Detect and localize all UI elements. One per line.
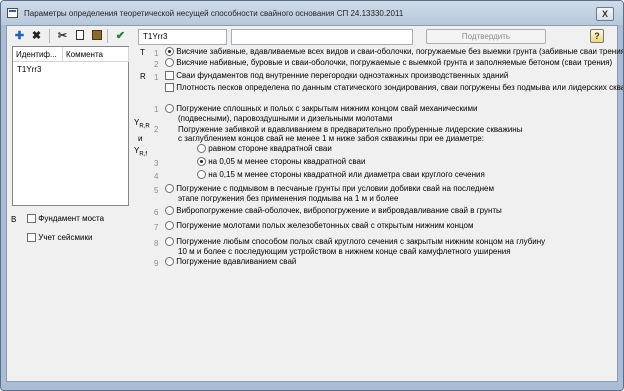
radio-button[interactable] xyxy=(197,144,206,154)
delete-button[interactable]: ✖ xyxy=(29,29,44,43)
option-label: Вибропогружение свай-оболочек, вибропогр… xyxy=(176,206,502,215)
add-button[interactable]: ✚ xyxy=(12,29,27,43)
option-number: 1 xyxy=(154,49,159,58)
checkbox-label: Плотность песков определена по данным ст… xyxy=(176,83,624,92)
option-label-line2: 10 м и более с последующим устройством в… xyxy=(178,247,511,256)
seismic-label: Учет сейсмики xyxy=(38,233,93,242)
radio-button[interactable] xyxy=(165,47,174,57)
client-area: ✚ ✖ ✂ ✔ Идентиф... Коммента T1Yrr3 В Фун… xyxy=(6,25,623,382)
close-button[interactable]: X xyxy=(596,7,614,21)
confirm-button[interactable]: Подтвердить xyxy=(426,29,546,44)
plus-icon: ✚ xyxy=(14,30,25,42)
radio-button[interactable] xyxy=(165,104,174,114)
option-number: 7 xyxy=(154,223,159,232)
seismic-checkbox[interactable]: Учет сейсмики xyxy=(27,233,93,243)
hammer-driving-option[interactable]: Погружение сплошных и полых с закрытым н… xyxy=(165,104,478,114)
friction-bored-option[interactable]: Висячие набивные, буровые и сваи-оболочк… xyxy=(165,58,613,68)
column-header-comment[interactable]: Коммента xyxy=(63,47,129,62)
option-label: Погружение вдавливанием свай xyxy=(176,257,297,266)
pilot-hole-heading: Погружение забивкой и вдавливанием в пре… xyxy=(178,125,523,134)
sand-density-checkbox[interactable]: Плотность песков определена по данным ст… xyxy=(165,83,624,93)
option-number: 9 xyxy=(154,259,159,268)
camouflet-option[interactable]: Погружение любым способом полых свай кру… xyxy=(165,237,546,247)
option-label: на 0,15 м менее стороны квадратной или д… xyxy=(208,170,485,179)
diameter-minus-005-option[interactable]: на 0,05 м менее стороны квадратной сваи xyxy=(197,157,366,167)
option-number: 3 xyxy=(154,159,159,168)
friction-driven-option[interactable]: Висячие забивные, вдавливаемые всех видо… xyxy=(165,47,624,57)
dialog-window: Параметры определения теоретической несу… xyxy=(0,0,624,391)
option-label: Погружение с подмывом в песчаные грунты … xyxy=(176,184,494,193)
radio-button[interactable] xyxy=(165,221,174,231)
option-label: на 0,05 м менее стороны квадратной сваи xyxy=(208,157,366,166)
option-label-line2: (подвесными), паровоздушными и дизельным… xyxy=(178,114,393,123)
copy-button[interactable] xyxy=(72,28,87,43)
comment-field[interactable] xyxy=(231,29,413,45)
help-button[interactable]: ? xyxy=(590,29,604,43)
foundation-list[interactable]: Идентиф... Коммента T1Yrr3 xyxy=(12,46,129,206)
window-title: Параметры определения теоретической несу… xyxy=(24,9,404,18)
scissors-icon: ✂ xyxy=(57,30,68,42)
partition-foundation-checkbox[interactable]: Сваи фундаментов под внутренние перегоро… xyxy=(165,71,509,81)
bridge-checkbox[interactable]: Фундамент моста xyxy=(27,214,105,224)
radio-button[interactable] xyxy=(165,237,174,247)
app-icon xyxy=(7,8,18,18)
gamma-labels: YR,R и YR,f xyxy=(134,118,150,158)
option-label: Погружение молотами полых железобетонных… xyxy=(176,221,474,230)
option-number: 2 xyxy=(154,60,159,69)
paste-icon xyxy=(91,30,102,40)
toolbar-separator xyxy=(107,29,108,43)
diameter-equal-option[interactable]: равном стороне квадратной сваи xyxy=(197,144,332,154)
section-letter-t: T xyxy=(140,48,145,57)
option-label: Погружение любым способом полых свай кру… xyxy=(176,237,546,246)
cut-button[interactable]: ✂ xyxy=(55,29,70,43)
option-number: 1 xyxy=(154,105,159,114)
jetting-option[interactable]: Погружение с подмывом в песчаные грунты … xyxy=(165,184,494,194)
option-number: 2 xyxy=(154,125,159,134)
radio-button[interactable] xyxy=(197,157,206,167)
option-label-line2: этапе погружения без применения подмыва … xyxy=(178,194,399,203)
check-icon: ✔ xyxy=(115,30,126,42)
vibration-option[interactable]: Вибропогружение свай-оболочек, вибропогр… xyxy=(165,206,502,216)
bridge-check-box[interactable] xyxy=(27,214,36,224)
toolbar-separator xyxy=(49,29,50,43)
option-number: 5 xyxy=(154,186,159,195)
pilot-hole-heading-line2: с заглублением концов свай не менее 1 м … xyxy=(178,134,484,143)
option-label: Погружение сплошных и полых с закрытым н… xyxy=(176,104,478,113)
seismic-check-box[interactable] xyxy=(27,233,36,243)
option-number: 8 xyxy=(154,239,159,248)
option-number: 4 xyxy=(154,172,159,181)
apply-button[interactable]: ✔ xyxy=(113,29,128,43)
checkbox-label: Сваи фундаментов под внутренние перегоро… xyxy=(176,71,509,80)
option-number: 6 xyxy=(154,208,159,217)
radio-button[interactable] xyxy=(165,206,174,216)
radio-button[interactable] xyxy=(197,170,206,180)
section-letter-b: В xyxy=(11,215,17,224)
copy-icon xyxy=(73,28,84,40)
option-label: Висячие набивные, буровые и сваи-оболочк… xyxy=(176,58,613,67)
radio-button[interactable] xyxy=(165,58,174,68)
option-number: 1 xyxy=(154,73,159,82)
check-box[interactable] xyxy=(165,83,174,93)
open-end-hollow-option[interactable]: Погружение молотами полых железобетонных… xyxy=(165,221,474,231)
section-letter-r: R xyxy=(140,72,146,81)
option-label: Висячие забивные, вдавливаемые всех видо… xyxy=(176,47,624,56)
bridge-label: Фундамент моста xyxy=(38,214,105,223)
option-label: равном стороне квадратной сваи xyxy=(208,144,332,153)
radio-button[interactable] xyxy=(165,257,174,267)
id-field[interactable]: T1Yrr3 xyxy=(138,29,227,45)
list-item[interactable]: T1Yrr3 xyxy=(13,63,129,76)
pressing-option[interactable]: Погружение вдавливанием свай xyxy=(165,257,297,267)
list-item-id: T1Yrr3 xyxy=(17,65,42,74)
radio-button[interactable] xyxy=(165,184,174,194)
help-icon: ? xyxy=(594,31,600,41)
check-box[interactable] xyxy=(165,71,174,81)
title-bar: Параметры определения теоретической несу… xyxy=(1,1,623,25)
paste-button[interactable] xyxy=(89,29,104,43)
cross-icon: ✖ xyxy=(31,30,42,42)
column-header-id[interactable]: Идентиф... xyxy=(13,47,63,62)
diameter-minus-015-option[interactable]: на 0,15 м менее стороны квадратной или д… xyxy=(197,170,485,180)
